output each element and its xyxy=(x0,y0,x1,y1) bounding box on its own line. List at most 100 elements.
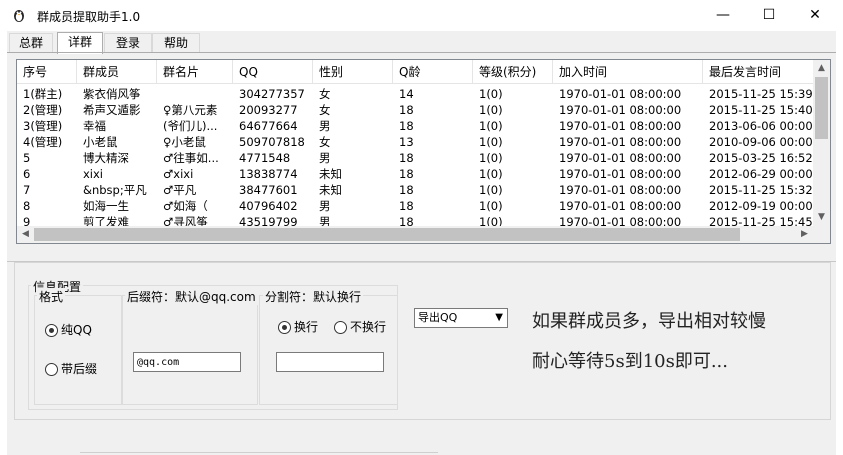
table-cell: 女 xyxy=(319,135,331,149)
table-row[interactable]: 5 博大精深 ♂往事如... 4771548 男 18 1(0) 1970-01-01 08:… xyxy=(17,150,817,166)
table-row[interactable]: 8 如海一生 ♂如海（ 40796402 男 18 1(0) 1970-01-01 08:00… xyxy=(17,198,817,214)
grid-header: 序号 群成员 群名片 QQ 性别 Q龄 等级(积分) 加入时间 最后发言时间 xyxy=(17,60,817,85)
table-cell: 1970-01-01 08:00:00 xyxy=(559,183,682,197)
separator-no-newline-radio[interactable] xyxy=(334,321,347,334)
table-cell: 18 xyxy=(399,183,414,197)
table-row[interactable]: 7 &nbsp;平凡 ♂平凡 38477601 未知 18 1(0) 1970-01-01 0… xyxy=(17,182,817,198)
table-cell: 18 xyxy=(399,151,414,165)
table-row[interactable]: 4(管理) 小老鼠 ♀小老鼠 509707818 女 13 1(0) 1970-01-01 0… xyxy=(17,134,817,150)
tab-group-detail[interactable]: 详群 xyxy=(57,32,103,54)
table-cell xyxy=(157,86,233,102)
tab-all-groups[interactable]: 总群 xyxy=(9,33,53,53)
separator-no-newline-label[interactable]: 不换行 xyxy=(350,318,386,335)
separator-label: 分割符：默认换行 xyxy=(263,288,364,305)
table-cell: 2015-11-25 15:32 xyxy=(709,183,813,197)
maximize-button[interactable]: ☐ xyxy=(746,0,792,31)
table-cell: 2012-06-29 00:00 xyxy=(709,167,813,181)
suffix-label: 后缀符：默认@qq.com xyxy=(125,288,258,305)
horizontal-scroll-thumb[interactable] xyxy=(34,228,740,241)
table-cell: 40796402 xyxy=(239,199,298,213)
table-row[interactable]: 6 xixi ♂xixi 13838774 未知 18 1(0) 1970-01-01 08:… xyxy=(17,166,817,182)
column-header[interactable]: 加入时间 xyxy=(553,60,703,84)
separator-newline-label[interactable]: 换行 xyxy=(294,318,318,335)
vertical-scrollbar[interactable]: ▲ ▼ xyxy=(813,60,830,243)
config-panel: 信息配置 格式 纯QQ 带后缀 后缀符：默认@qq.com @qq.com 分割… xyxy=(14,262,831,420)
tab-help[interactable]: 帮助 xyxy=(152,33,200,53)
table-cell: 38477601 xyxy=(239,183,298,197)
table-cell: 男 xyxy=(319,199,331,213)
format-groupbox xyxy=(34,295,122,405)
column-header[interactable]: 群名片 xyxy=(157,60,233,84)
separator-newline-radio[interactable] xyxy=(278,321,291,334)
format-plain-qq-radio[interactable] xyxy=(45,324,58,337)
column-header[interactable]: 序号 xyxy=(17,60,77,84)
title-bar: 群成员提取助手1.0 — ☐ ✕ xyxy=(0,0,843,31)
member-grid[interactable]: 序号 群成员 群名片 QQ 性别 Q龄 等级(积分) 加入时间 最后发言时间 1(群主) 紫衣俏风… xyxy=(16,59,831,244)
table-cell: 1(0) xyxy=(479,151,503,165)
table-cell: 18 xyxy=(399,103,414,117)
format-with-suffix-label[interactable]: 带后缀 xyxy=(61,360,97,377)
table-cell: 2012-09-19 00:00 xyxy=(709,199,813,213)
column-header[interactable]: QQ xyxy=(233,60,313,84)
separator-input[interactable] xyxy=(276,352,384,372)
column-header[interactable]: Q龄 xyxy=(393,60,473,84)
close-button[interactable]: ✕ xyxy=(792,0,838,31)
table-cell: 18 xyxy=(399,119,414,133)
table-cell: 1(0) xyxy=(479,87,503,101)
table-cell: 8 xyxy=(23,199,31,213)
scroll-left-icon[interactable]: ◀ xyxy=(17,226,34,243)
column-header[interactable]: 最后发言时间 xyxy=(703,60,817,84)
table-cell: ♀小老鼠 xyxy=(163,135,206,149)
table-cell: 18 xyxy=(399,167,414,181)
table-cell: 18 xyxy=(399,199,414,213)
table-row[interactable]: 2(管理) 希声又遁影 ♀第八元素 20093277 女 18 1(0) 1970-01-01… xyxy=(17,102,817,118)
table-cell: 3(管理) xyxy=(23,119,63,133)
table-row[interactable]: 1(群主) 紫衣俏风筝 304277357 女 14 1(0) 1970-01-01 08:… xyxy=(17,86,817,102)
table-cell: 女 xyxy=(319,87,331,101)
column-header[interactable]: 性别 xyxy=(313,60,393,84)
export-select-value: 导出QQ xyxy=(418,311,458,324)
scroll-right-icon[interactable]: ▶ xyxy=(796,226,813,243)
table-cell: 1(0) xyxy=(479,183,503,197)
format-plain-qq-label[interactable]: 纯QQ xyxy=(61,321,92,338)
table-cell: xixi xyxy=(83,167,104,181)
separator-groupbox xyxy=(259,295,398,405)
table-cell: 14 xyxy=(399,87,414,101)
table-cell: 509707818 xyxy=(239,135,305,149)
table-cell: 幸福 xyxy=(83,119,106,133)
table-cell: 小老鼠 xyxy=(83,135,118,149)
scroll-up-icon[interactable]: ▲ xyxy=(813,60,830,77)
tab-login[interactable]: 登录 xyxy=(104,33,152,53)
table-cell: 博大精深 xyxy=(83,151,129,165)
table-cell: 1(0) xyxy=(479,103,503,117)
table-cell: 1(0) xyxy=(479,119,503,133)
table-cell: 男 xyxy=(319,151,331,165)
table-row[interactable]: 3(管理) 幸福 (爷们儿)... 64677664 男 18 1(0) 1970-01-01… xyxy=(17,118,817,134)
minimize-button[interactable]: — xyxy=(700,0,746,31)
table-cell: 20093277 xyxy=(239,103,298,117)
horizontal-scrollbar[interactable]: ◀ ▶ xyxy=(17,226,813,243)
export-select[interactable]: 导出QQ ▼ xyxy=(414,308,508,328)
table-cell: 1970-01-01 08:00:00 xyxy=(559,135,682,149)
format-with-suffix-radio[interactable] xyxy=(45,363,58,376)
table-cell: 1(0) xyxy=(479,167,503,181)
vertical-scroll-thumb[interactable] xyxy=(815,77,828,139)
table-cell: 1(群主) xyxy=(23,87,63,101)
table-cell: 6 xyxy=(23,167,31,181)
table-cell: 紫衣俏风筝 xyxy=(83,87,141,101)
table-cell: 304277357 xyxy=(239,87,305,101)
table-cell: 2013-06-06 00:00 xyxy=(709,119,813,133)
column-header[interactable]: 等级(积分) xyxy=(473,60,553,84)
table-cell: 男 xyxy=(319,119,331,133)
suffix-input[interactable]: @qq.com xyxy=(133,352,241,372)
table-cell: ♂平凡 xyxy=(163,183,197,197)
scroll-down-icon[interactable]: ▼ xyxy=(813,209,830,226)
column-header[interactable]: 群成员 xyxy=(77,60,157,84)
table-cell: 未知 xyxy=(319,167,342,181)
table-cell: ♂如海（ xyxy=(163,199,208,213)
window-title: 群成员提取助手1.0 xyxy=(37,10,141,24)
table-cell: 13 xyxy=(399,135,414,149)
table-cell: ♀第八元素 xyxy=(163,103,218,117)
table-cell: 4771548 xyxy=(239,151,291,165)
table-cell: 2010-09-06 00:00 xyxy=(709,135,813,149)
